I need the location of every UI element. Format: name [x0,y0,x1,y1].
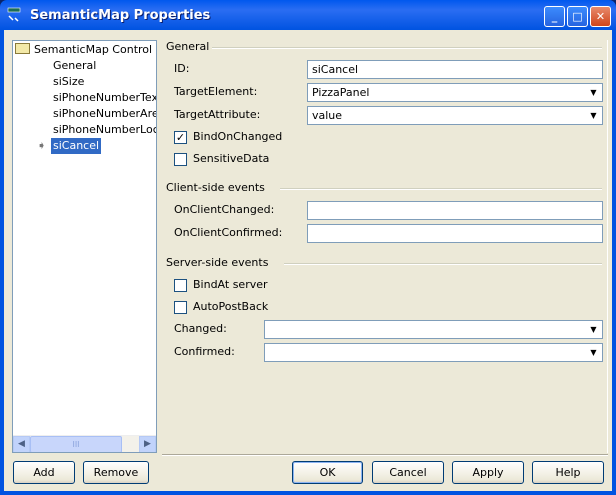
server-events-header: Server-side events [166,256,269,269]
minimize-button[interactable]: _ [544,6,565,27]
properties-window: SemanticMap Properties _ □ ✕ SemanticMap… [0,0,616,495]
tree-root-label: SemanticMap Control [34,43,153,56]
on-client-confirmed-input[interactable] [307,224,603,243]
add-button[interactable]: Add [13,461,75,484]
general-header: General [166,40,210,53]
property-tree[interactable]: SemanticMap Control General siSize siPho… [12,40,157,453]
ok-button[interactable]: OK [292,461,363,484]
auto-post-back-label: AutoPostBack [193,300,269,313]
remove-button[interactable]: Remove [83,461,149,484]
chevron-down-icon[interactable]: ▼ [586,345,601,360]
tree-item-siphonenumberlocal[interactable]: siPhoneNumberLocalI [53,122,156,138]
target-attribute-label: TargetAttribute: [174,108,261,121]
apply-button[interactable]: Apply [452,461,524,484]
divider [162,454,608,456]
target-attribute-select[interactable]: value ▼ [307,106,603,125]
scroll-left-button[interactable]: ◀ [13,436,30,452]
target-element-label: TargetElement: [174,85,258,98]
id-label: ID: [174,62,190,75]
sensitive-data-checkbox[interactable] [174,153,187,166]
cancel-button[interactable]: Cancel [372,461,444,484]
window-title: SemanticMap Properties [30,8,211,23]
on-client-changed-label: OnClientChanged: [174,203,275,216]
properties-panel: General ID: siCancel TargetElement: Pizz… [162,40,608,453]
target-element-select[interactable]: PizzaPanel ▼ [307,83,603,102]
divider [212,47,602,49]
chevron-down-icon[interactable]: ▼ [586,108,601,123]
target-element-value: PizzaPanel [312,86,370,99]
scroll-right-button[interactable]: ▶ [139,436,156,452]
tree-item-general[interactable]: General [53,58,96,74]
bind-on-changed-checkbox[interactable]: ✓ [174,131,187,144]
confirmed-select[interactable]: ▼ [264,343,603,362]
tree-item-siphonenumbertext[interactable]: siPhoneNumberText [53,90,156,106]
auto-post-back-checkbox[interactable] [174,301,187,314]
close-button[interactable]: ✕ [590,6,611,27]
app-icon [7,7,21,22]
maximize-button[interactable]: □ [567,6,588,27]
scroll-thumb[interactable]: III [30,436,122,452]
dialog-body: SemanticMap Control General siSize siPho… [4,30,612,491]
arrow-icon: ➧ [37,139,47,152]
sensitive-data-label: SensitiveData [193,152,270,165]
tree-root[interactable]: SemanticMap Control [15,42,152,58]
bind-at-server-label: BindAt server [193,278,268,291]
client-events-header: Client-side events [166,181,265,194]
divider [280,188,602,190]
horizontal-scrollbar[interactable]: ◀ III ▶ [13,435,156,452]
bind-at-server-checkbox[interactable] [174,279,187,292]
chevron-down-icon[interactable]: ▼ [586,85,601,100]
divider [284,263,602,265]
id-input[interactable]: siCancel [307,60,603,79]
chevron-down-icon[interactable]: ▼ [586,322,601,337]
target-attribute-value: value [312,109,343,122]
tree-item-siphonenumberareacode[interactable]: siPhoneNumberAreaC [53,106,156,122]
on-client-changed-input[interactable] [307,201,603,220]
changed-select[interactable]: ▼ [264,320,603,339]
changed-label: Changed: [174,322,227,335]
help-button[interactable]: Help [532,461,604,484]
tree-item-sisize[interactable]: siSize [53,74,84,90]
bind-on-changed-label: BindOnChanged [193,130,283,143]
tree-item-sicancel[interactable]: siCancel [51,138,102,154]
on-client-confirmed-label: OnClientConfirmed: [174,226,283,239]
confirmed-label: Confirmed: [174,345,235,358]
folder-icon [15,43,30,54]
